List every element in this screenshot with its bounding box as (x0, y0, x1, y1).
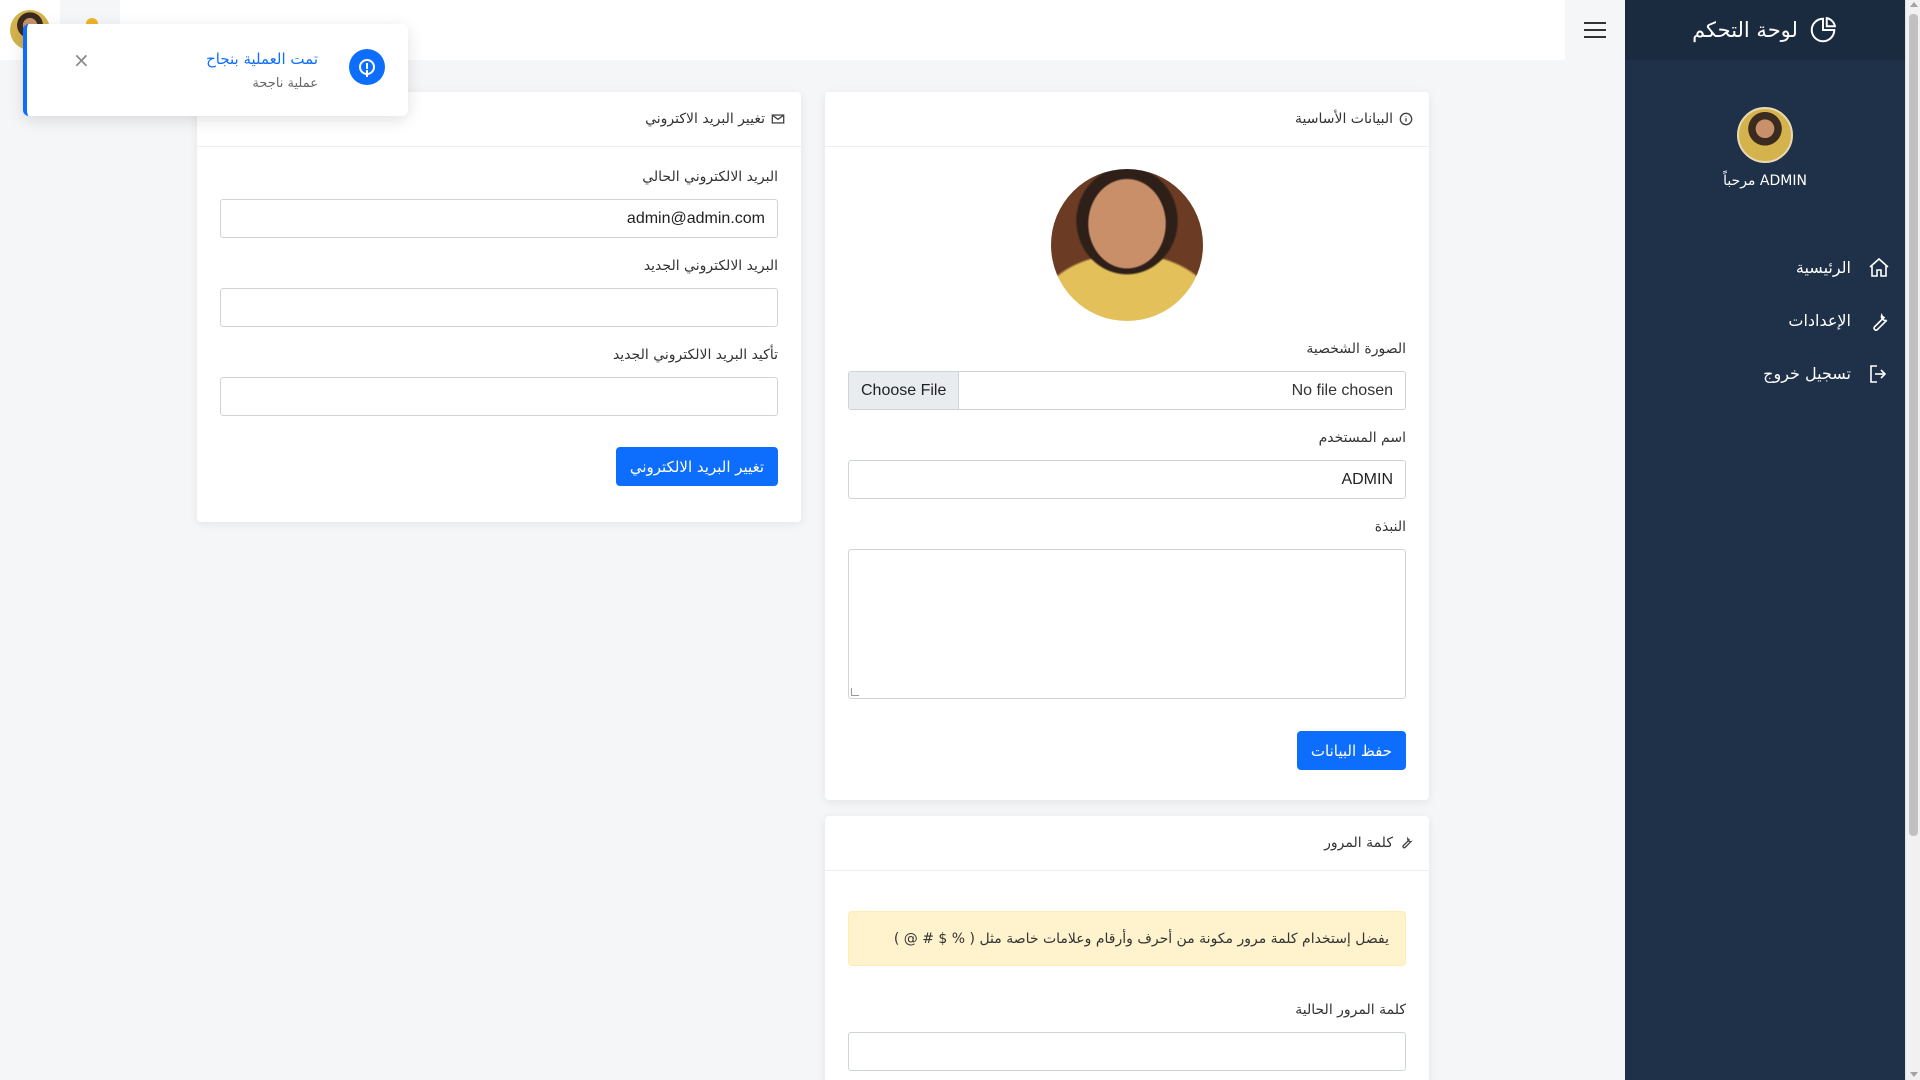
sidebar-header[interactable]: لوحة التحكم (1625, 0, 1905, 60)
wrench-icon (1873, 312, 1888, 331)
confirm-email-label: تأكيد البريد الالكتروني الجديد (612, 347, 778, 363)
toast-title: تمت العملية بنجاح (206, 50, 318, 68)
photo-label: الصورة الشخصية (1306, 341, 1406, 357)
wrench-icon (1402, 836, 1413, 849)
sidebar-item-label: الإعدادات (1788, 311, 1851, 330)
current-email-input[interactable] (220, 199, 778, 238)
bio-textarea[interactable] (848, 549, 1406, 699)
scroll-down-arrow[interactable] (1910, 1072, 1918, 1077)
card-title: تغيير البريد الاكتروني (645, 111, 765, 127)
current-password-label: كلمة المرور الحالية (1295, 1002, 1406, 1018)
info-icon (349, 49, 385, 85)
welcome-text: مرحباً ADMIN (1723, 173, 1807, 189)
info-icon (1399, 112, 1413, 126)
envelope-icon (771, 114, 785, 124)
card-header: كلمة المرور (825, 816, 1429, 871)
resize-grip-icon[interactable] (851, 688, 859, 696)
toast-subtitle: عملية ناجحة (252, 76, 318, 91)
sidebar-item-label: تسجيل خروج (1763, 364, 1851, 383)
page-scrollbar[interactable] (1905, 0, 1920, 1080)
new-email-input[interactable] (220, 288, 778, 327)
profile-photo (1051, 169, 1203, 321)
sidebar-item-settings[interactable]: الإعدادات (1625, 294, 1905, 347)
confirm-email-input[interactable] (220, 377, 778, 416)
new-email-label: البريد الالكتروني الجديد (643, 258, 778, 274)
sidebar-item-label: الرئيسية (1795, 258, 1851, 277)
change-email-button[interactable]: تغيير البريد الالكتروني (615, 447, 778, 486)
password-hint-alert: يفضل إستخدام كلمة مرور مكونة من أحرف وأر… (848, 911, 1406, 966)
card-header: البيانات الأساسية (825, 92, 1429, 147)
card-title: كلمة المرور (1324, 835, 1393, 851)
scrollbar-thumb[interactable] (1909, 14, 1918, 836)
success-toast: × تمت العملية بنجاح عملية ناجحة (23, 24, 408, 116)
card-title: البيانات الأساسية (1295, 111, 1393, 127)
sidebar-title: لوحة التحكم (1692, 18, 1798, 42)
file-status: No file chosen (1291, 381, 1393, 399)
current-password-input[interactable] (848, 1032, 1406, 1071)
close-icon[interactable]: × (73, 48, 90, 72)
basic-info-card: البيانات الأساسية الصورة الشخصية Choose … (825, 92, 1429, 800)
save-data-button[interactable]: حفظ البيانات (1296, 731, 1406, 770)
hamburger-icon (1584, 22, 1606, 24)
logout-icon (1870, 364, 1887, 383)
menu-toggle-button[interactable] (1565, 0, 1625, 60)
username-label: اسم المستخدم (1318, 430, 1406, 446)
sidebar-item-logout[interactable]: تسجيل خروج (1625, 347, 1905, 400)
current-email-label: البريد الالكتروني الحالي (642, 169, 778, 185)
sidebar-item-home[interactable]: الرئيسية (1625, 241, 1905, 294)
bio-label: النبذة (1374, 519, 1406, 535)
photo-file-input[interactable]: Choose File No file chosen (848, 371, 1406, 410)
choose-file-button[interactable]: Choose File (849, 372, 960, 409)
username-input[interactable] (848, 460, 1406, 499)
home-icon (1869, 257, 1889, 277)
password-card: كلمة المرور يفضل إستخدام كلمة مرور مكونة… (825, 816, 1429, 1080)
sidebar-profile: مرحباً ADMIN (1625, 107, 1905, 189)
pie-chart-icon (1810, 16, 1837, 43)
sidebar: لوحة التحكم مرحباً ADMIN الرئيسية الإعدا… (1625, 0, 1905, 1080)
avatar (1737, 107, 1793, 163)
change-email-card: تغيير البريد الاكتروني البريد الالكتروني… (197, 92, 801, 522)
sidebar-menu: الرئيسية الإعدادات تسجيل خروج (1625, 241, 1905, 400)
scroll-up-arrow[interactable] (1910, 2, 1918, 7)
